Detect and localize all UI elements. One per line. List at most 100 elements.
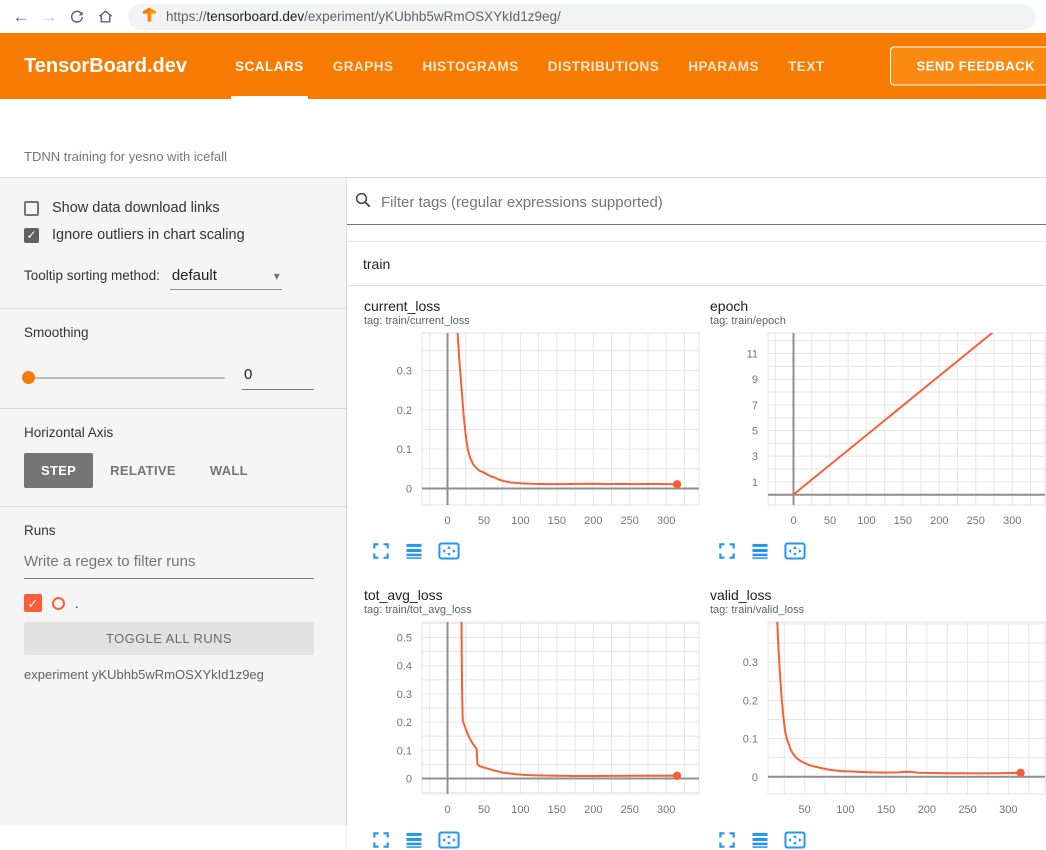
chart-tag: tag: train/tot_avg_loss <box>364 604 702 616</box>
expand-chart-icon[interactable] <box>371 541 391 561</box>
experiment-id-label: experiment yKUbhb5wRmOSXYkId1z9eg <box>24 667 314 682</box>
svg-text:250: 250 <box>967 515 985 527</box>
expand-chart-icon[interactable] <box>717 830 737 850</box>
svg-text:0.3: 0.3 <box>397 689 412 701</box>
fit-domain-icon[interactable] <box>783 541 807 561</box>
svg-text:7: 7 <box>752 400 758 412</box>
experiment-subtitle-bar: TDNN training for yesno with icefall <box>0 99 1046 178</box>
axis-wall-button[interactable]: WALL <box>193 453 265 488</box>
line-chart[interactable]: 5010015020025030000.10.20.3 <box>702 620 1046 824</box>
fit-domain-icon[interactable] <box>783 830 807 850</box>
experiment-title: TDNN training for yesno with icefall <box>24 149 227 164</box>
line-chart[interactable]: 05010015020025030000.10.20.30.40.5 <box>356 620 701 824</box>
refresh-icon[interactable] <box>64 4 90 30</box>
show-download-links-row: ✓ Show data download links <box>24 200 314 216</box>
axis-step-button[interactable]: STEP <box>24 453 93 488</box>
toggle-all-runs-button[interactable]: TOGGLE ALL RUNS <box>24 622 314 655</box>
smoothing-value-input[interactable] <box>242 366 314 390</box>
toggle-log-scale-icon[interactable] <box>404 541 424 561</box>
smoothing-slider-row <box>24 366 314 390</box>
chart-current-loss: current_loss tag: train/current_loss 050… <box>356 298 702 561</box>
chart-tot-avg-loss: tot_avg_loss tag: train/tot_avg_loss 0 50… <box>356 587 702 850</box>
address-bar[interactable]: https://tensorboard.dev/experiment/yKUbh… <box>128 4 1036 30</box>
ignore-outliers-label: Ignore outliers in chart scaling <box>52 227 245 243</box>
send-feedback-button[interactable]: SEND FEEDBACK <box>890 47 1046 86</box>
svg-text:0: 0 <box>406 483 412 495</box>
expand-chart-icon[interactable] <box>371 830 391 850</box>
svg-text:0: 0 <box>752 772 758 784</box>
nav-tabs: SCALARS GRAPHS HISTOGRAMS DISTRIBUTIONS … <box>235 33 825 99</box>
line-chart[interactable]: 0501001502002503001357911 <box>702 331 1046 535</box>
svg-text:0.1: 0.1 <box>743 734 758 746</box>
content: ✓ Show data download links ✓ Ignore outl… <box>0 178 1046 825</box>
fit-domain-icon[interactable] <box>437 830 461 850</box>
check-icon: ✓ <box>28 597 39 610</box>
svg-text:150: 150 <box>548 804 566 816</box>
run-color-swatch <box>52 597 65 610</box>
svg-text:3: 3 <box>752 451 758 463</box>
search-icon <box>354 191 372 214</box>
chart-valid-loss: valid_loss tag: train/valid_loss 5010015… <box>702 587 1046 850</box>
tooltip-sorting-select[interactable]: default ▾ <box>170 267 282 290</box>
chart-tag: tag: train/epoch <box>710 315 1046 327</box>
app-header: TensorBoard.dev SCALARS GRAPHS HISTOGRAM… <box>0 33 1046 99</box>
svg-text:0: 0 <box>406 773 412 785</box>
ignore-outliers-checkbox[interactable]: ✓ <box>24 228 39 243</box>
url-text: https://tensorboard.dev/experiment/yKUbh… <box>166 9 561 24</box>
tab-scalars[interactable]: SCALARS <box>235 33 304 99</box>
home-icon[interactable] <box>92 4 118 30</box>
axis-relative-button[interactable]: RELATIVE <box>93 453 193 488</box>
tag-filter-row <box>347 178 1046 225</box>
chart-tag: tag: train/valid_loss <box>710 604 1046 616</box>
chart-actions <box>717 541 1046 561</box>
back-icon[interactable]: ← <box>8 4 34 30</box>
smoothing-slider-thumb[interactable] <box>22 371 35 384</box>
toggle-log-scale-icon[interactable] <box>404 830 424 850</box>
line-chart[interactable]: 05010015020025030000.10.20.3 <box>356 331 701 535</box>
expand-chart-icon[interactable] <box>717 541 737 561</box>
divider <box>0 506 346 507</box>
ignore-outliers-row: ✓ Ignore outliers in chart scaling <box>24 227 314 243</box>
svg-text:250: 250 <box>621 804 639 816</box>
url-host: tensorboard.dev <box>207 9 305 24</box>
svg-text:0.2: 0.2 <box>743 695 758 707</box>
chart-actions <box>371 541 702 561</box>
svg-text:300: 300 <box>657 804 675 816</box>
svg-text:0: 0 <box>444 515 450 527</box>
smoothing-slider[interactable] <box>24 377 225 379</box>
svg-text:0: 0 <box>790 515 796 527</box>
divider <box>0 308 346 309</box>
horizontal-axis-buttons: STEP RELATIVE WALL <box>24 453 314 488</box>
tab-distributions[interactable]: DISTRIBUTIONS <box>548 33 660 99</box>
tab-histograms[interactable]: HISTOGRAMS <box>423 33 519 99</box>
svg-text:50: 50 <box>799 804 811 816</box>
toggle-log-scale-icon[interactable] <box>750 830 770 850</box>
svg-text:50: 50 <box>478 515 490 527</box>
show-download-links-checkbox[interactable]: ✓ <box>24 201 39 216</box>
svg-text:100: 100 <box>511 515 529 527</box>
tab-hparams[interactable]: HPARAMS <box>688 33 759 99</box>
chart-title: epoch <box>710 298 1046 314</box>
tag-filter-input[interactable] <box>381 194 1046 211</box>
runs-filter-input[interactable] <box>24 538 314 579</box>
svg-text:200: 200 <box>584 515 602 527</box>
svg-text:0.1: 0.1 <box>397 745 412 757</box>
fit-domain-icon[interactable] <box>437 541 461 561</box>
svg-text:50: 50 <box>478 804 490 816</box>
tab-text[interactable]: TEXT <box>788 33 825 99</box>
svg-text:0.2: 0.2 <box>397 717 412 729</box>
tab-graphs[interactable]: GRAPHS <box>333 33 394 99</box>
svg-text:100: 100 <box>511 804 529 816</box>
svg-text:200: 200 <box>930 515 948 527</box>
tooltip-sorting-value: default <box>172 267 217 284</box>
chart-title: tot_avg_loss <box>364 587 702 603</box>
svg-text:1: 1 <box>752 477 758 489</box>
url-path: /experiment/yKUbhb5wRmOSXYkId1z9eg/ <box>304 9 561 24</box>
app-brand[interactable]: TensorBoard.dev <box>24 55 187 78</box>
train-section-header[interactable]: train <box>347 242 1046 286</box>
toggle-log-scale-icon[interactable] <box>750 541 770 561</box>
charts-grid: current_loss tag: train/current_loss 050… <box>347 286 1046 850</box>
run-checkbox[interactable]: ✓ <box>24 594 42 612</box>
show-download-links-label: Show data download links <box>52 200 220 216</box>
svg-text:0.3: 0.3 <box>397 365 412 377</box>
